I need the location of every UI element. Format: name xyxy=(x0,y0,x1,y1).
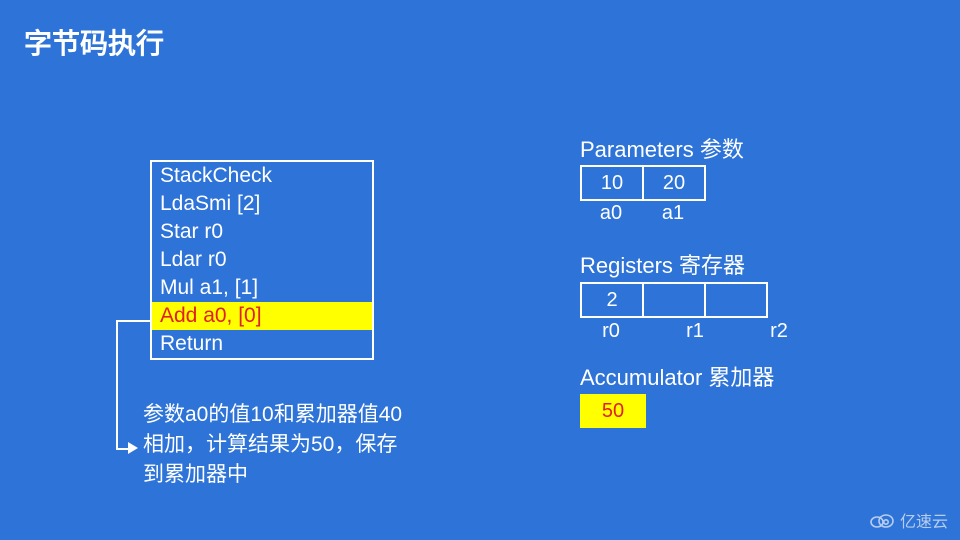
register-label: r0 xyxy=(580,320,642,343)
bytecode-box: StackCheck LdaSmi [2] Star r0 Ldar r0 Mu… xyxy=(150,160,374,360)
connector-line xyxy=(116,320,118,450)
register-cell: 2 xyxy=(582,284,644,316)
code-line: LdaSmi [2] xyxy=(152,190,372,218)
param-label: a1 xyxy=(642,202,704,225)
param-label: a0 xyxy=(580,202,642,225)
register-label: r1 xyxy=(664,320,726,343)
parameters-cells: 10 20 xyxy=(580,165,706,201)
code-line: Ldar r0 xyxy=(152,246,372,274)
code-line-highlight: Add a0, [0] xyxy=(152,302,372,330)
accumulator-value: 50 xyxy=(580,394,646,428)
parameters-labels: a0 a1 xyxy=(580,202,704,225)
register-cell xyxy=(706,284,766,316)
connector-line xyxy=(116,320,152,322)
param-cell: 20 xyxy=(644,167,704,199)
page-title: 字节码执行 xyxy=(24,22,164,62)
cloud-icon xyxy=(868,511,896,529)
registers-labels: r0 r1 r2 xyxy=(580,320,810,343)
arrow-icon xyxy=(128,442,138,454)
accumulator-title: Accumulator 累加器 xyxy=(580,360,774,392)
parameters-title: Parameters 参数 xyxy=(580,132,744,164)
register-cell xyxy=(644,284,706,316)
code-line: Return xyxy=(152,330,372,358)
registers-cells: 2 xyxy=(580,282,768,318)
watermark: 亿速云 xyxy=(868,508,948,532)
watermark-text: 亿速云 xyxy=(900,508,948,532)
register-label: r2 xyxy=(748,320,810,343)
code-line: StackCheck xyxy=(152,162,372,190)
code-line: Star r0 xyxy=(152,218,372,246)
param-cell: 10 xyxy=(582,167,644,199)
caption-text: 参数a0的值10和累加器值40相加，计算结果为50，保存到累加器中 xyxy=(143,400,403,490)
registers-title: Registers 寄存器 xyxy=(580,248,745,280)
code-line: Mul a1, [1] xyxy=(152,274,372,302)
